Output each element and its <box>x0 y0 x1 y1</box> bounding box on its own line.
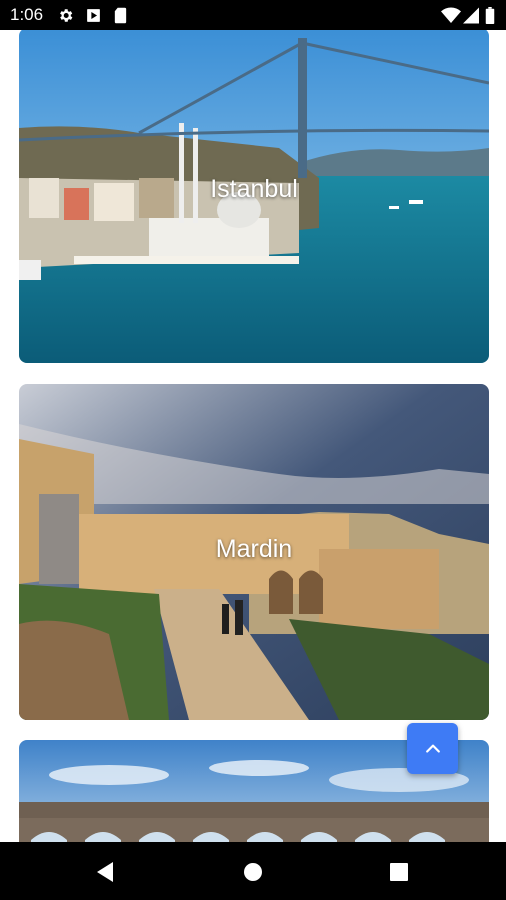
chevron-up-icon <box>425 744 440 753</box>
back-icon <box>97 862 113 882</box>
wifi-icon <box>441 7 461 23</box>
recents-icon <box>390 863 408 881</box>
back-button[interactable] <box>92 859 118 885</box>
sim-card-icon <box>114 7 127 24</box>
scroll-to-top-button[interactable] <box>407 723 458 774</box>
city-list[interactable]: Istanbul Mardin <box>0 30 506 842</box>
battery-icon <box>485 7 495 24</box>
city-name: Mardin <box>215 535 293 563</box>
city-card-mardin[interactable]: Mardin <box>19 384 489 720</box>
status-bar: 1:06 <box>0 0 506 30</box>
home-icon <box>244 863 262 881</box>
recents-button[interactable] <box>386 859 412 885</box>
city-card-istanbul[interactable]: Istanbul <box>19 30 489 363</box>
signal-icon <box>463 7 479 24</box>
home-button[interactable] <box>240 859 266 885</box>
play-store-icon <box>87 9 100 22</box>
status-time: 1:06 <box>10 5 44 24</box>
navigation-bar <box>0 842 506 900</box>
city-name: Istanbul <box>210 175 298 203</box>
gear-icon <box>60 9 73 22</box>
